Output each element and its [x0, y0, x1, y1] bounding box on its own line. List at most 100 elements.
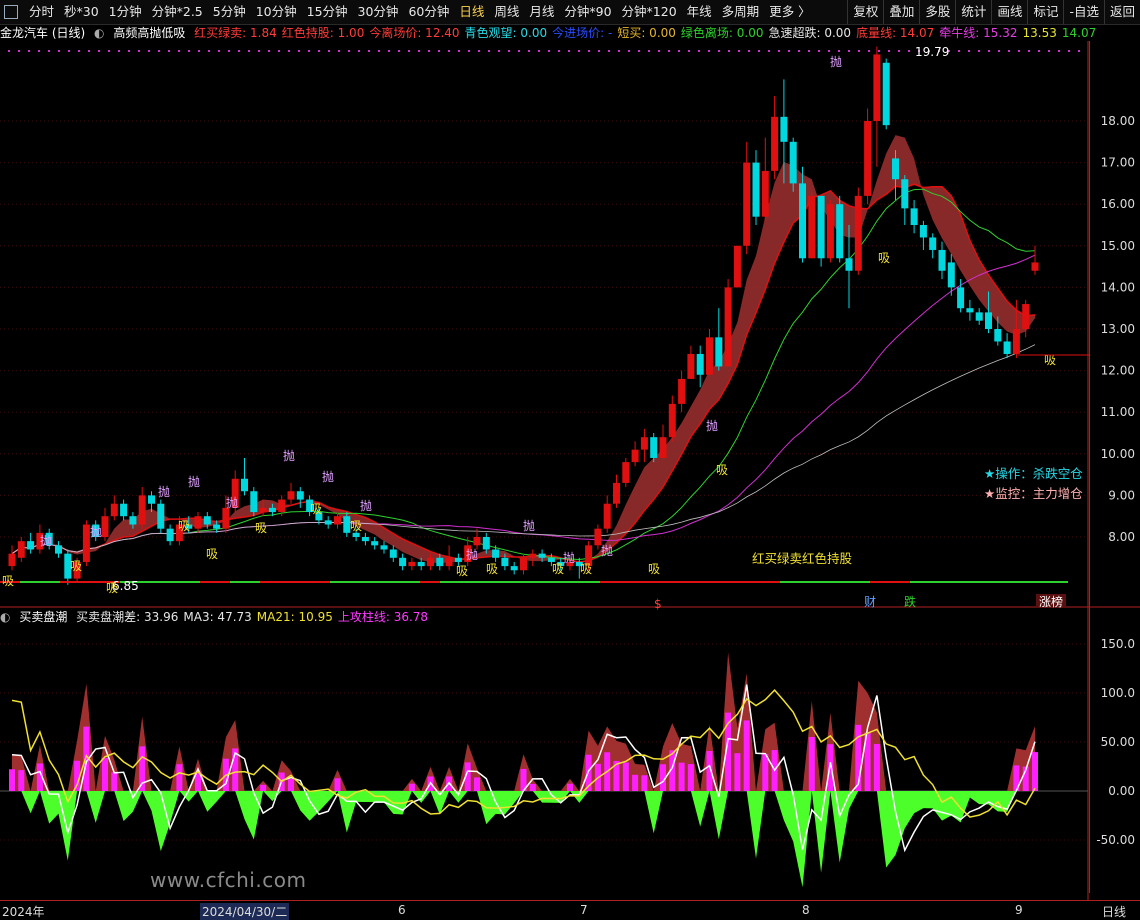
top-dot	[248, 50, 250, 52]
top-dot	[198, 50, 200, 52]
attack-bar	[743, 720, 750, 791]
candle-body	[222, 507, 230, 529]
top-dot	[308, 50, 310, 52]
top-dot	[748, 50, 750, 52]
attack-bar	[176, 764, 183, 791]
top-dot	[488, 50, 490, 52]
candle-body	[864, 121, 872, 196]
date-axis: 2024年 2024/04/30/二 6 7 8 9 日线	[0, 900, 1140, 920]
ma-magenta-line	[11, 254, 1036, 555]
top-dot	[608, 50, 610, 52]
buy-mark: 吸	[878, 251, 890, 265]
attack-bar	[334, 778, 341, 791]
candle-body	[733, 245, 741, 288]
sell-mark: 抛	[466, 547, 478, 562]
candle-body	[213, 524, 221, 529]
top-dot	[188, 50, 190, 52]
candle-body	[975, 312, 983, 321]
top-dot	[578, 50, 580, 52]
top-dot	[18, 50, 20, 52]
buy-mark: 吸	[178, 519, 190, 533]
candle-body	[250, 491, 258, 513]
candle-body	[854, 195, 862, 271]
buy-mark: 吸	[106, 581, 118, 595]
top-dot	[278, 50, 280, 52]
candle-body	[1003, 341, 1011, 354]
top-dot	[108, 50, 110, 52]
buy-mark: 吸	[2, 574, 14, 588]
top-dot	[718, 50, 720, 52]
candle-body	[101, 516, 109, 537]
top-dot	[998, 50, 1000, 52]
candle-body	[408, 561, 416, 567]
candle-body	[715, 337, 723, 367]
top-dot	[958, 50, 960, 52]
candle-body	[148, 495, 155, 504]
top-dot	[498, 50, 500, 52]
candle-body	[492, 549, 500, 558]
candle-body	[482, 537, 490, 550]
date-tick: 6	[398, 903, 406, 917]
attack-bar	[474, 777, 480, 791]
top-dot	[148, 50, 150, 52]
sell-mark: 抛	[830, 54, 842, 69]
candle-body	[166, 528, 174, 542]
event-mark: $	[654, 597, 662, 611]
candle-body	[389, 549, 397, 558]
candle-body	[659, 437, 667, 458]
top-dot	[708, 50, 710, 52]
top-dot	[228, 50, 230, 52]
top-dot	[358, 50, 360, 52]
sell-mark: 抛	[322, 469, 334, 484]
attack-bar	[18, 770, 25, 791]
candle-body	[622, 462, 630, 483]
top-dot	[988, 50, 990, 52]
attack-bar	[102, 757, 108, 791]
sell-mark: 抛	[523, 518, 535, 533]
top-dot	[8, 50, 10, 52]
candle-body	[82, 524, 90, 562]
candle-body	[640, 437, 648, 450]
candle-body	[706, 337, 713, 375]
buy-mark: 吸	[206, 547, 218, 561]
candle-body	[882, 62, 890, 126]
candle-body	[1031, 262, 1039, 271]
top-dot	[448, 50, 450, 52]
attack-bar	[827, 744, 834, 791]
candle-body	[947, 262, 955, 288]
candle-body	[938, 249, 946, 271]
event-mark: 跌	[904, 594, 916, 609]
candle-body	[771, 116, 779, 171]
top-dot	[348, 50, 350, 52]
top-dot	[318, 50, 320, 52]
candle-body	[427, 557, 434, 567]
top-dot	[568, 50, 570, 52]
attack-bar	[567, 783, 573, 791]
sell-mark: 抛	[40, 533, 52, 548]
candle-body	[259, 507, 267, 513]
top-dot	[128, 50, 130, 52]
top-dot	[968, 50, 970, 52]
candle-body	[910, 208, 918, 225]
top-dot	[1078, 50, 1080, 52]
attack-bar	[734, 753, 741, 791]
buy-mark: 吸	[456, 564, 468, 578]
monitor-label: ★监控：主力增仓	[984, 486, 1083, 501]
attack-bar	[111, 772, 118, 791]
price-chart[interactable]: 18.0017.0016.0015.0014.0013.0012.0011.00…	[0, 0, 1140, 918]
top-dot	[38, 50, 40, 52]
attack-bar	[9, 769, 15, 791]
candle-body	[919, 225, 927, 238]
buy-mark: 吸	[255, 521, 267, 535]
candle-body	[334, 516, 341, 525]
buy-mark: 吸	[70, 559, 82, 573]
top-dot	[378, 50, 380, 52]
top-dot	[628, 50, 630, 52]
top-dot	[858, 50, 860, 52]
candle-body	[361, 537, 369, 542]
candle-body	[138, 495, 146, 525]
top-dot	[268, 50, 270, 52]
candle-body	[203, 516, 211, 525]
sell-mark: 抛	[360, 498, 372, 513]
top-dot	[908, 50, 910, 52]
